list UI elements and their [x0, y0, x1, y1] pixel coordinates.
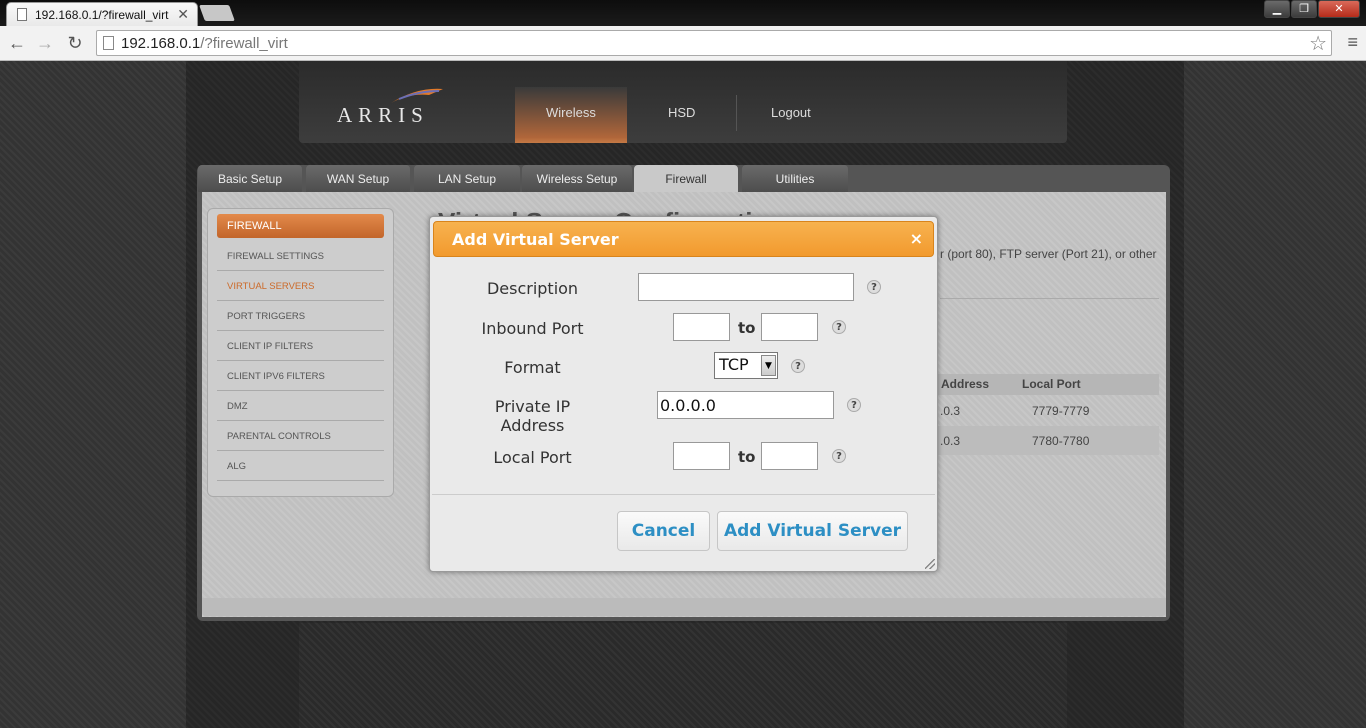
- page-icon: [103, 36, 114, 50]
- dialog-header: Add Virtual Server ×: [433, 221, 934, 257]
- tab-utilities[interactable]: Utilities: [742, 165, 848, 192]
- browser-toolbar: ← → ↻ 192.168.0.1/?firewall_virt ☆ ≡: [0, 26, 1366, 61]
- private-ip-label-line2: Address: [500, 416, 565, 435]
- router-page: ARRIS Wireless HSD Logout Basic Setup WA…: [0, 61, 1366, 728]
- chevron-down-icon: ▼: [761, 355, 776, 376]
- divider: [940, 298, 1159, 299]
- private-ip-label-line1: Private IP: [494, 397, 571, 416]
- inbound-port-from-field[interactable]: [673, 313, 730, 341]
- cell-local-port: 7780-7780: [1032, 434, 1090, 448]
- tab-lan-setup[interactable]: LAN Setup: [414, 165, 520, 192]
- sidebar-item-dmz[interactable]: DMZ: [217, 392, 384, 421]
- format-label: Format: [504, 358, 561, 377]
- page-icon: [17, 8, 27, 21]
- table-row: .0.3 7780-7780: [930, 426, 1159, 455]
- help-icon[interactable]: ?: [832, 449, 846, 463]
- back-arrow-icon[interactable]: ←: [6, 32, 28, 54]
- tab-wan-setup[interactable]: WAN Setup: [306, 165, 410, 192]
- nav-logout[interactable]: Logout: [771, 105, 811, 120]
- sidebar-item-port-triggers[interactable]: PORT TRIGGERS: [217, 302, 384, 331]
- help-icon[interactable]: ?: [832, 320, 846, 334]
- tab-basic-setup[interactable]: Basic Setup: [198, 165, 302, 192]
- to-label: to: [738, 448, 756, 466]
- new-tab-button[interactable]: [199, 5, 235, 21]
- inbound-port-label: Inbound Port: [481, 319, 584, 338]
- column-header-address: Address: [941, 377, 990, 391]
- add-virtual-server-dialog: Add Virtual Server × Description ? Inbou…: [429, 216, 938, 572]
- format-select[interactable]: TCP ▼: [714, 352, 778, 379]
- url-host: 192.168.0.1: [121, 35, 201, 52]
- dialog-title: Add Virtual Server: [452, 230, 619, 249]
- tab-wireless-setup[interactable]: Wireless Setup: [522, 165, 632, 192]
- help-icon[interactable]: ?: [867, 280, 881, 294]
- format-value: TCP: [719, 355, 749, 374]
- firewall-sidebar: FIREWALL FIREWALL SETTINGS VIRTUAL SERVE…: [207, 208, 394, 497]
- url-text: 192.168.0.1/?firewall_virt: [121, 35, 288, 52]
- nav-divider: [736, 95, 737, 131]
- local-port-from-field[interactable]: [673, 442, 730, 470]
- maximize-button[interactable]: ❐: [1291, 0, 1317, 18]
- browser-tab[interactable]: 192.168.0.1/?firewall_virt ✕: [6, 2, 198, 26]
- cell-local-port: 7779-7779: [1032, 404, 1090, 418]
- description-field[interactable]: [638, 273, 854, 301]
- column-header-local-port: Local Port: [1022, 377, 1081, 391]
- sidebar-item-alg[interactable]: ALG: [217, 452, 384, 481]
- cell-address: .0.3: [940, 434, 961, 448]
- description-label: Description: [486, 279, 579, 298]
- help-icon[interactable]: ?: [847, 398, 861, 412]
- minimize-button[interactable]: ▁: [1264, 0, 1290, 18]
- sidebar-item-virtual-servers[interactable]: VIRTUAL SERVERS: [217, 272, 384, 301]
- site-header: ARRIS Wireless HSD Logout: [299, 61, 1067, 143]
- private-ip-label: Private IP Address: [470, 397, 595, 435]
- panel-footer: [202, 598, 1166, 616]
- close-window-button[interactable]: ✕: [1318, 0, 1360, 18]
- close-icon[interactable]: ×: [910, 229, 923, 248]
- private-ip-field[interactable]: [657, 391, 834, 419]
- sidebar-heading: FIREWALL: [217, 214, 384, 238]
- forward-arrow-icon[interactable]: →: [34, 32, 56, 54]
- nav-wireless[interactable]: Wireless: [546, 105, 596, 120]
- arris-logo: ARRIS: [337, 103, 429, 127]
- add-virtual-server-button[interactable]: Add Virtual Server: [717, 511, 908, 551]
- menu-icon[interactable]: ≡: [1347, 32, 1358, 53]
- table-row: .0.3 7779-7779: [930, 396, 1159, 425]
- help-icon[interactable]: ?: [791, 359, 805, 373]
- address-bar[interactable]: 192.168.0.1/?firewall_virt ☆: [96, 30, 1332, 56]
- bookmark-star-icon[interactable]: ☆: [1309, 31, 1327, 56]
- sidebar-item-firewall-settings[interactable]: FIREWALL SETTINGS: [217, 242, 384, 271]
- page-description: r (port 80), FTP server (Port 21), or ot…: [940, 247, 1157, 261]
- resize-handle[interactable]: [925, 559, 935, 569]
- reload-icon[interactable]: ↻: [64, 32, 86, 54]
- url-path: /?firewall_virt: [200, 35, 288, 52]
- inbound-port-to-field[interactable]: [761, 313, 818, 341]
- local-port-label: Local Port: [493, 448, 572, 467]
- dialog-divider: [432, 494, 935, 495]
- browser-tab-strip: 192.168.0.1/?firewall_virt ✕ ▁ ❐ ✕: [0, 0, 1366, 26]
- to-label: to: [738, 319, 756, 337]
- sidebar-item-parental-controls[interactable]: PARENTAL CONTROLS: [217, 422, 384, 451]
- sidebar-item-client-ip-filters[interactable]: CLIENT IP FILTERS: [217, 332, 384, 361]
- nav-hsd[interactable]: HSD: [668, 105, 695, 120]
- local-port-to-field[interactable]: [761, 442, 818, 470]
- cancel-button[interactable]: Cancel: [617, 511, 710, 551]
- window-controls: ▁ ❐ ✕: [1263, 0, 1360, 19]
- tab-close-icon[interactable]: ✕: [177, 6, 189, 23]
- tab-firewall[interactable]: Firewall: [634, 165, 738, 192]
- sidebar-item-client-ipv6-filters[interactable]: CLIENT IPV6 FILTERS: [217, 362, 384, 391]
- cell-address: .0.3: [940, 404, 961, 418]
- footer-block: [299, 623, 1067, 728]
- tab-title: 192.168.0.1/?firewall_virt: [35, 8, 169, 22]
